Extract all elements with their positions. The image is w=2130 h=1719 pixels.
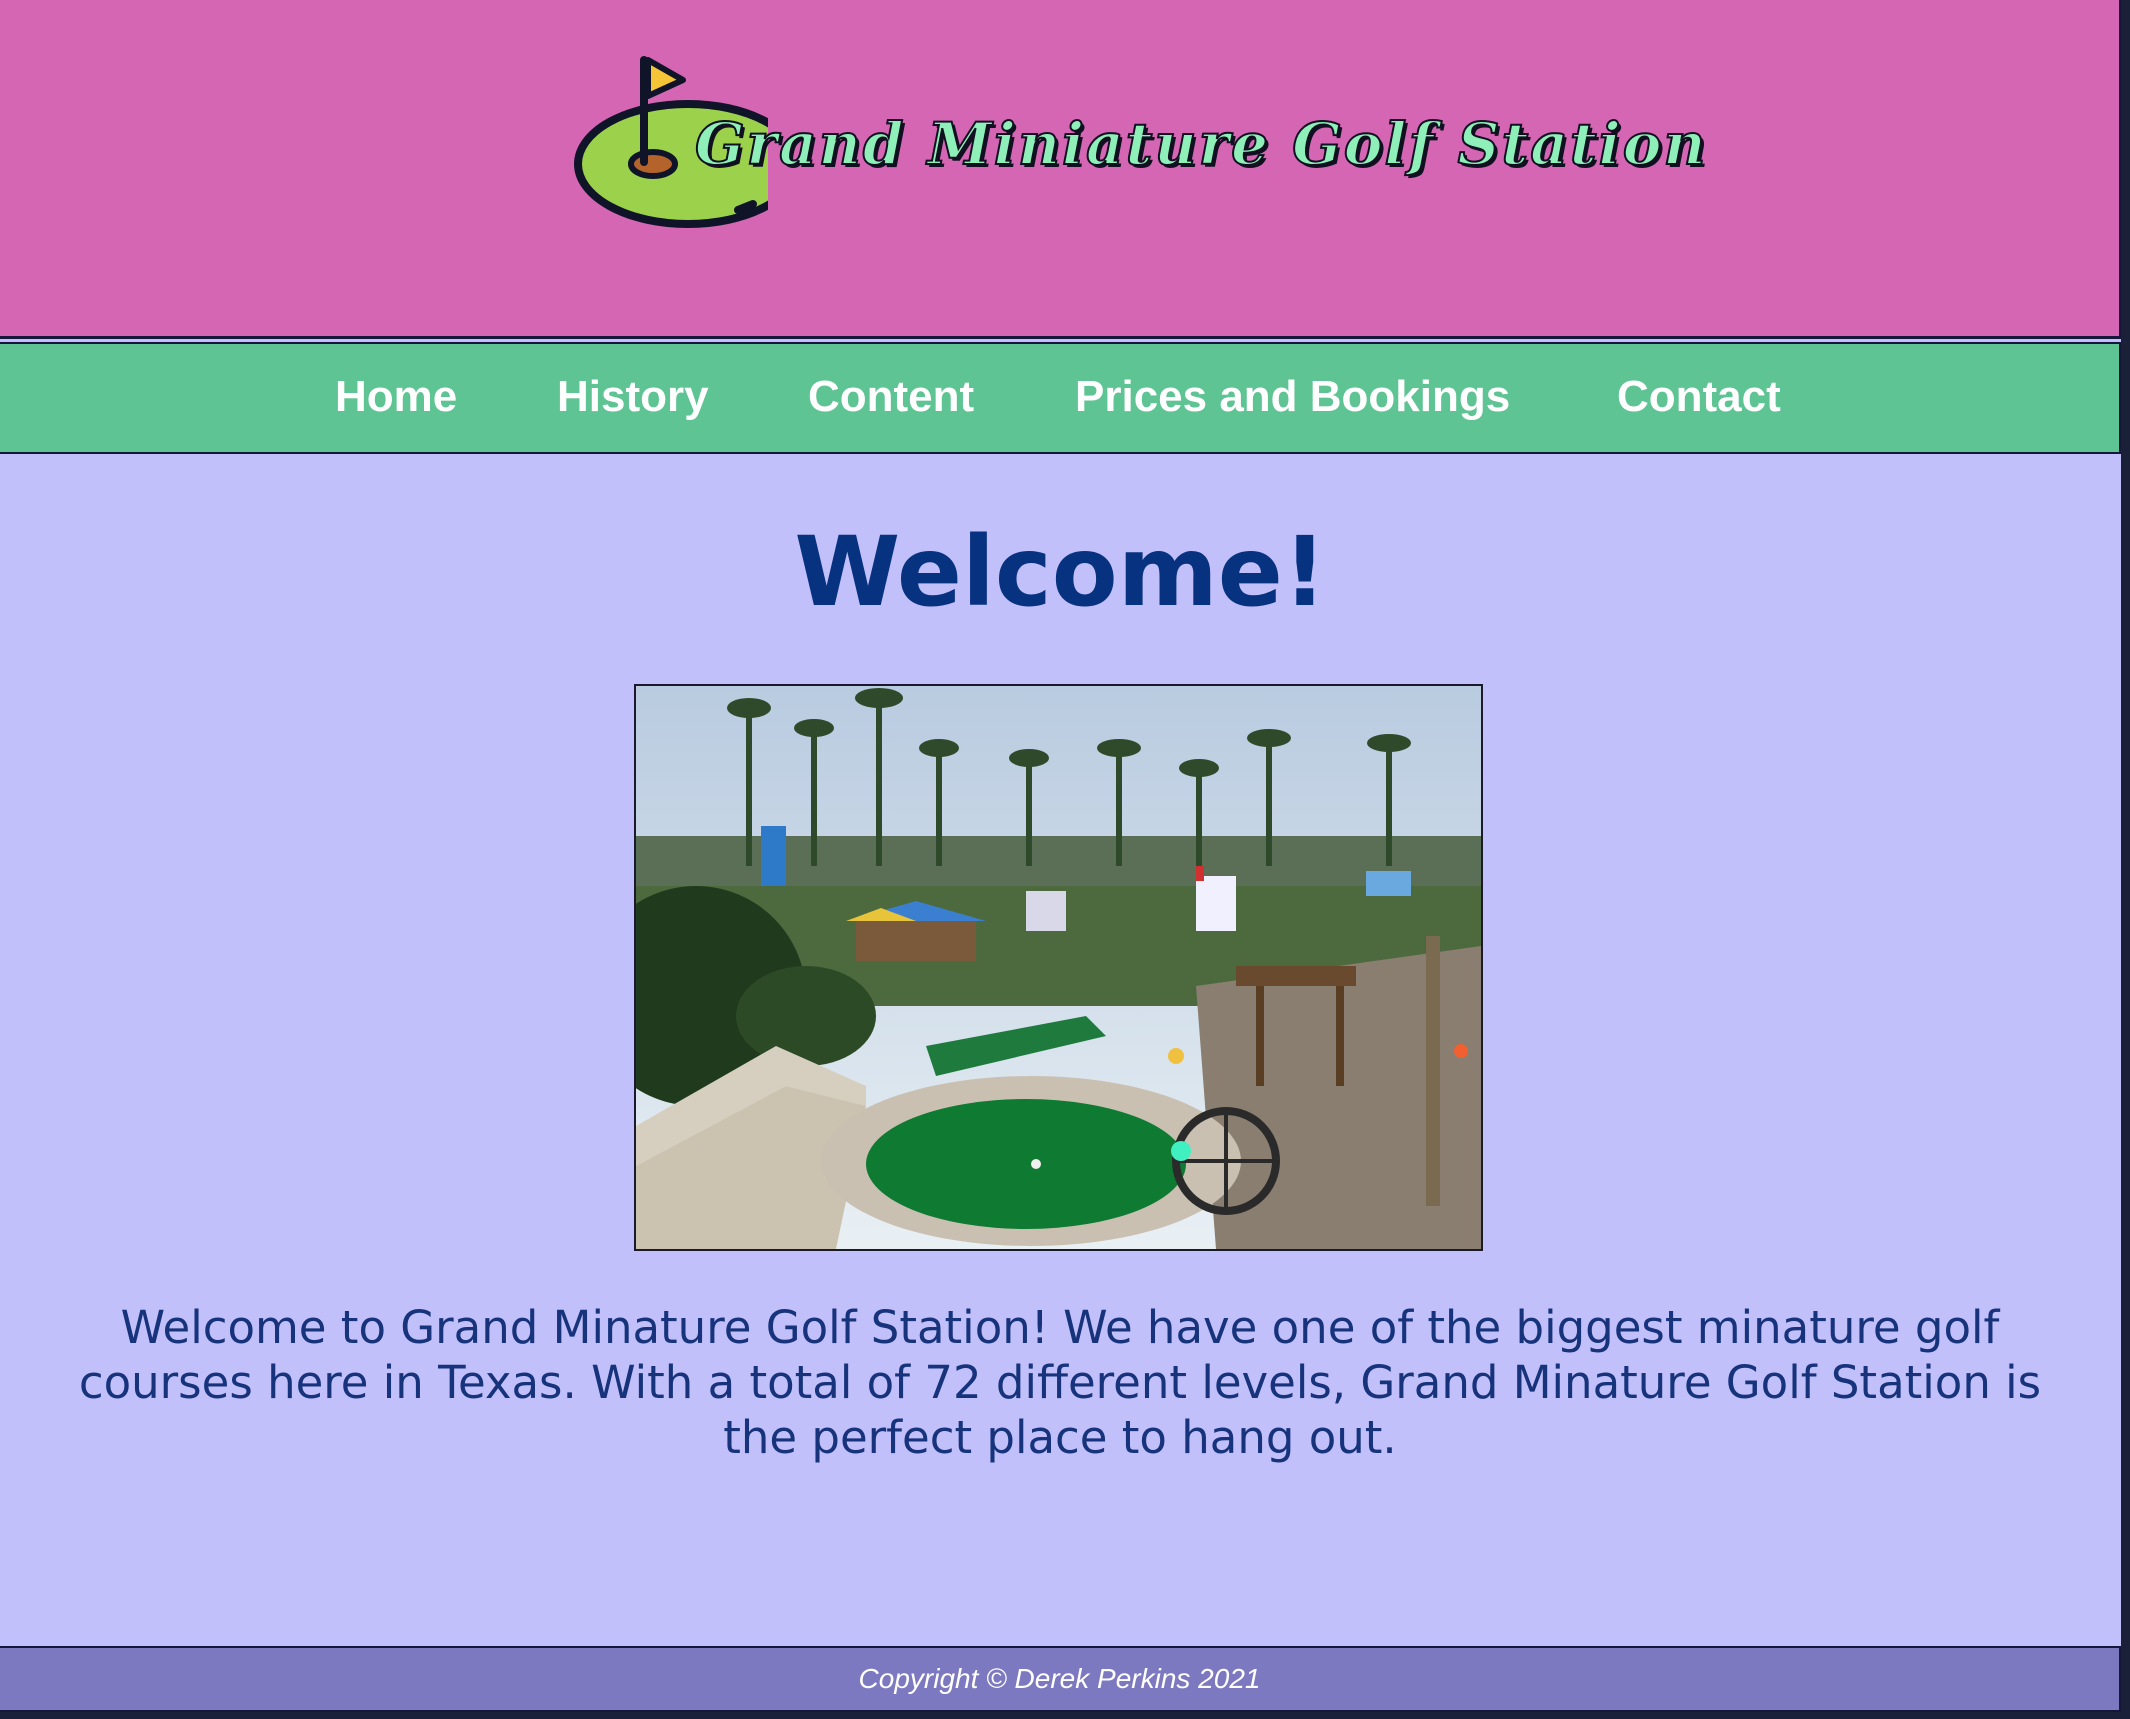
nav-content[interactable]: Content — [808, 372, 974, 422]
nav-contact[interactable]: Contact — [1617, 372, 1781, 422]
copyright-text: Copyright © Derek Perkins 2021 — [858, 1663, 1261, 1694]
miniature-golf-course-photo — [636, 686, 1481, 1249]
nav-home[interactable]: Home — [335, 372, 457, 422]
logo-text: Grand Miniature Golf Station — [694, 109, 1708, 179]
site-footer: Copyright © Derek Perkins 2021 — [0, 1646, 2121, 1712]
page: Grand Miniature Golf Station Home Histor… — [0, 0, 2121, 1712]
main-nav: Home History Content Prices and Bookings… — [0, 342, 2121, 454]
site-logo[interactable]: Grand Miniature Golf Station — [568, 52, 1707, 237]
hero-image — [634, 684, 1483, 1251]
site-header: Grand Miniature Golf Station — [0, 0, 2121, 339]
nav-history[interactable]: History — [557, 372, 709, 422]
nav-prices-and-bookings[interactable]: Prices and Bookings — [1075, 372, 1510, 422]
page-heading: Welcome! — [794, 516, 1327, 628]
intro-paragraph: Welcome to Grand Minature Golf Station! … — [78, 1301, 2042, 1464]
